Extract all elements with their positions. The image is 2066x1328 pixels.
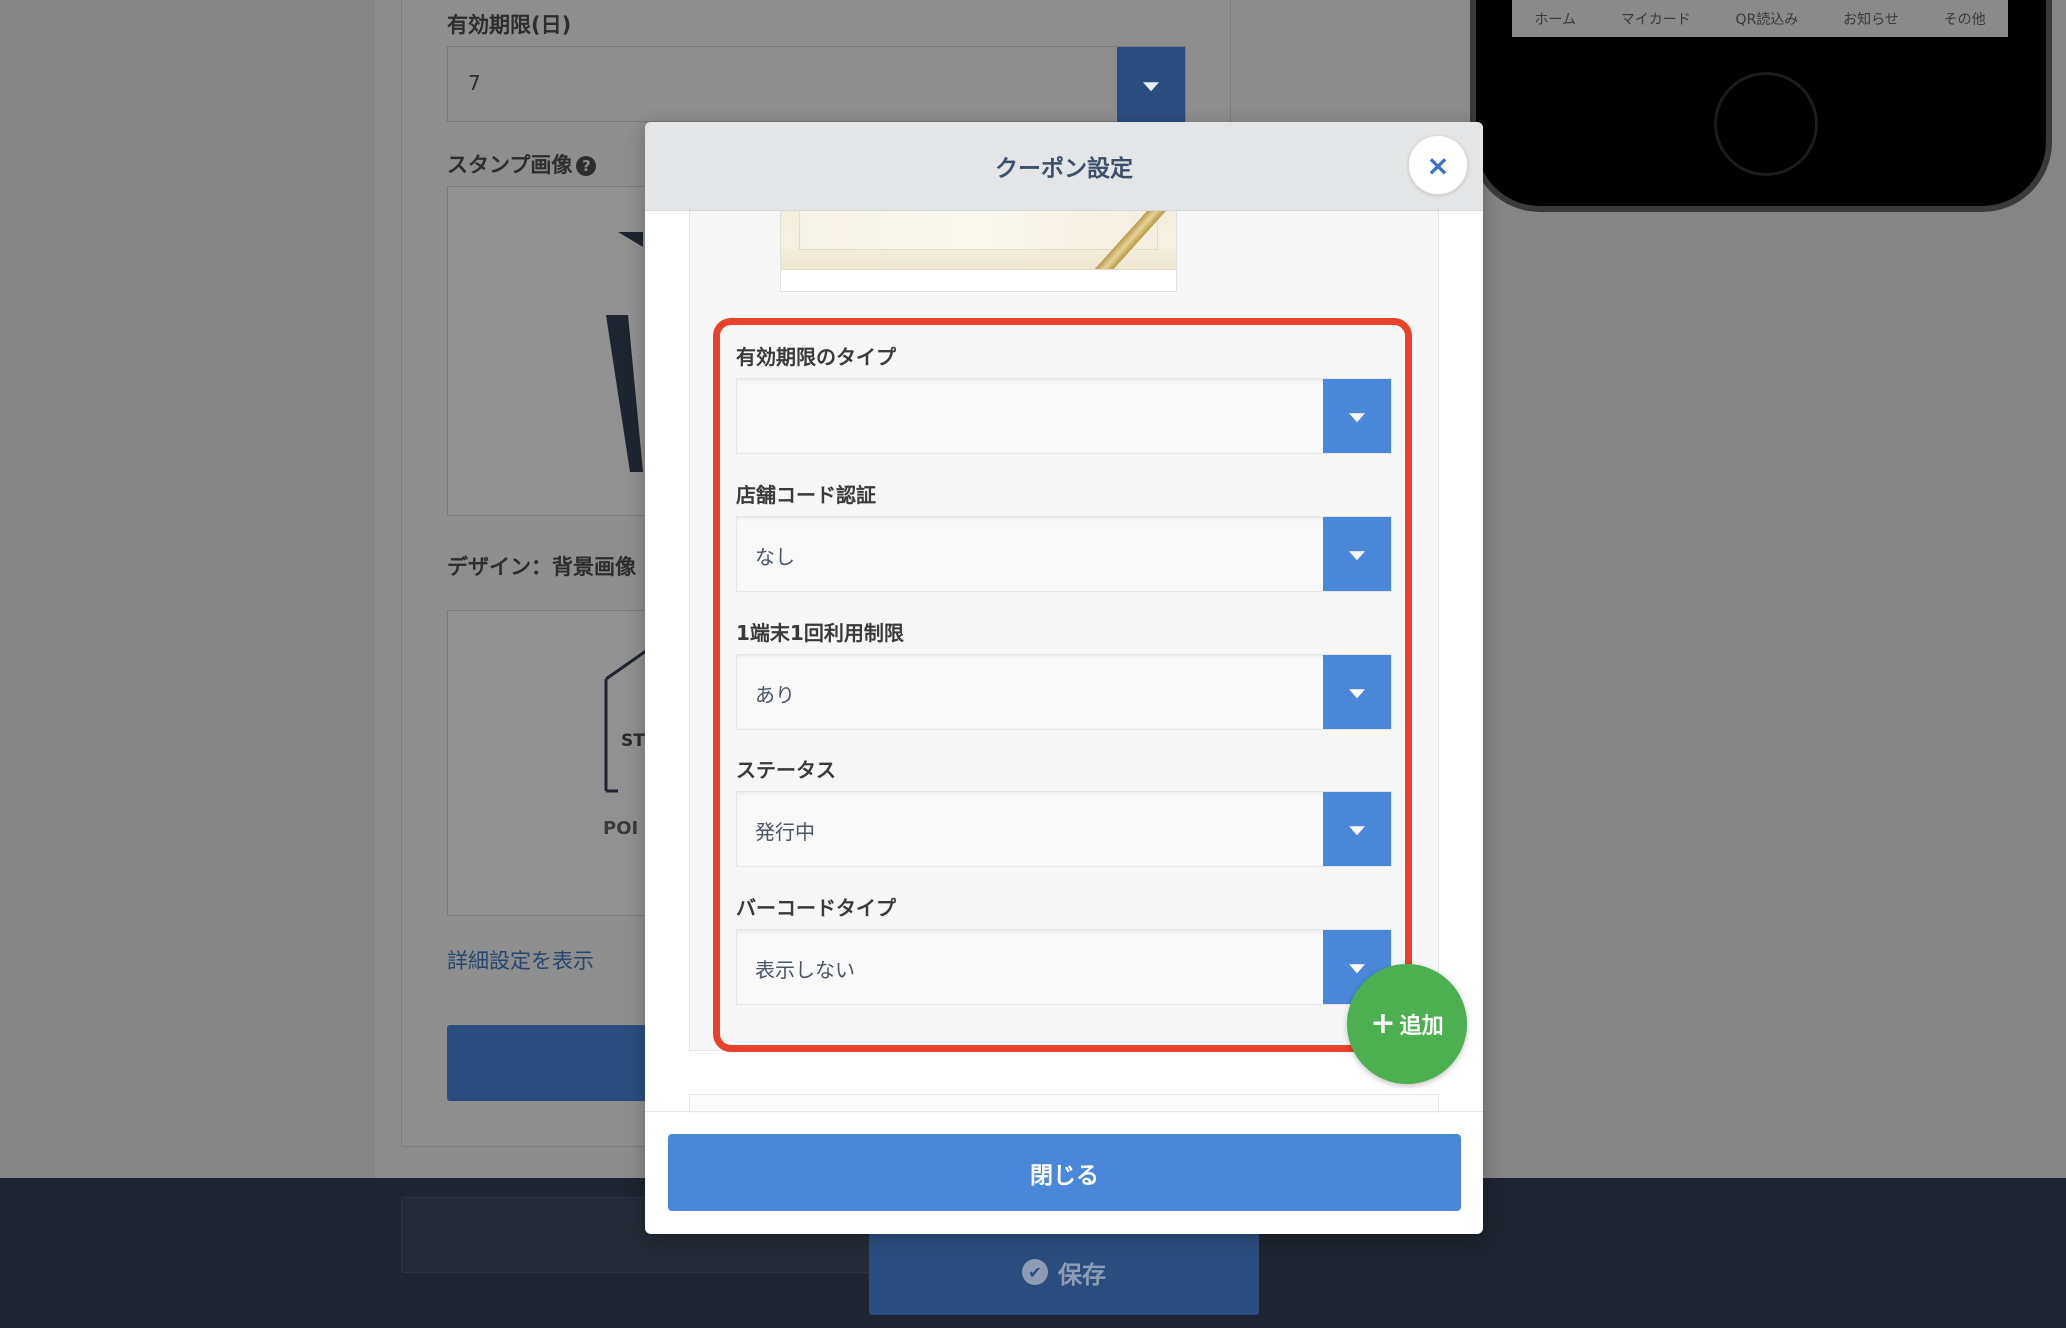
barcode-type-select[interactable]: 表示しない — [736, 929, 1392, 1005]
store-code-auth-value: なし — [755, 545, 795, 569]
status-select[interactable]: 発行中 — [736, 791, 1392, 867]
design-bg-preview-box[interactable]: ST POI — [447, 610, 647, 916]
chevron-down-icon — [1349, 826, 1365, 836]
expiry-type-dropdown-button[interactable] — [1323, 379, 1391, 453]
stamp-image-label: スタンプ画像? — [447, 149, 597, 179]
detail-settings-link[interactable]: 詳細設定を表示 — [447, 945, 594, 975]
phone-home-button — [1714, 72, 1818, 176]
store-code-auth-select[interactable]: なし — [736, 516, 1392, 592]
phone-tab-qr: QR読込み — [1735, 12, 1799, 28]
stamp-cup-icon — [606, 232, 643, 472]
phone-tab-home: ホーム — [1534, 12, 1576, 28]
usage-limit-label: 1端末1回利用制限 — [736, 621, 904, 645]
barcode-type-value: 表示しない — [755, 958, 855, 982]
usage-limit-dropdown-button[interactable] — [1323, 655, 1391, 729]
chevron-down-icon — [1143, 82, 1159, 92]
status-dropdown-button[interactable] — [1323, 792, 1391, 866]
phone-tab-mycard: マイカード — [1620, 12, 1691, 28]
modal-footer-divider — [645, 1111, 1483, 1112]
chevron-down-icon — [1349, 551, 1365, 561]
add-button[interactable]: + 追加 — [1347, 964, 1467, 1084]
store-code-auth-label: 店舗コード認証 — [736, 483, 876, 507]
phone-preview: ホーム マイカード QR読込み お知らせ その他 — [1470, 0, 2052, 212]
modal-title: クーポン設定 — [995, 156, 1133, 182]
coupon-image-frame — [780, 211, 1177, 292]
coupon-image[interactable] — [781, 211, 1176, 270]
close-button[interactable]: 閉じる — [668, 1134, 1461, 1211]
phone-tab-bar: ホーム マイカード QR読込み お知らせ その他 — [1512, 9, 2008, 29]
status-value: 発行中 — [755, 820, 815, 844]
expiry-days-value: 7 — [468, 71, 481, 95]
stamp-image-box[interactable] — [447, 186, 647, 516]
plus-icon: + — [1370, 1006, 1396, 1041]
usage-limit-select[interactable]: あり — [736, 654, 1392, 730]
check-circle-icon: ✔ — [1022, 1259, 1048, 1285]
design-bg-label: デザイン：背景画像 — [447, 555, 636, 579]
expiry-days-select[interactable]: 7 — [447, 46, 1186, 123]
expiry-type-select[interactable] — [736, 378, 1392, 454]
usage-limit-value: あり — [755, 683, 795, 707]
design-preview-text: ST — [621, 731, 645, 751]
modal-header: クーポン設定 × — [645, 122, 1483, 211]
save-button-label: 保存 — [1058, 1260, 1106, 1289]
close-icon[interactable]: × — [1408, 135, 1468, 195]
phone-screen: ホーム マイカード QR読込み お知らせ その他 — [1512, 0, 2008, 37]
status-label: ステータス — [736, 758, 836, 782]
chevron-down-icon — [1349, 689, 1365, 699]
background-left-area — [0, 0, 375, 1178]
add-button-label: 追加 — [1399, 1014, 1444, 1039]
background-primary-button[interactable] — [447, 1025, 667, 1101]
chevron-down-icon — [1349, 964, 1365, 974]
phone-tab-other: その他 — [1943, 12, 1986, 28]
barcode-type-label: バーコードタイプ — [736, 896, 896, 920]
save-button[interactable]: ✔ 保存 — [869, 1229, 1259, 1315]
expiry-type-label: 有効期限のタイプ — [736, 345, 896, 369]
help-icon[interactable]: ? — [576, 156, 597, 176]
expiry-days-dropdown-button[interactable] — [1117, 47, 1185, 123]
store-code-auth-dropdown-button[interactable] — [1323, 517, 1391, 591]
phone-tab-news: お知らせ — [1843, 12, 1899, 28]
chevron-down-icon — [1349, 413, 1365, 423]
stamp-image-label-text: スタンプ画像 — [447, 153, 573, 177]
design-preview-text: POI — [603, 818, 639, 839]
design-preview-house-icon — [604, 649, 647, 793]
coupon-image-inner — [799, 211, 1158, 250]
expiry-days-label: 有効期限(日) — [447, 13, 572, 37]
